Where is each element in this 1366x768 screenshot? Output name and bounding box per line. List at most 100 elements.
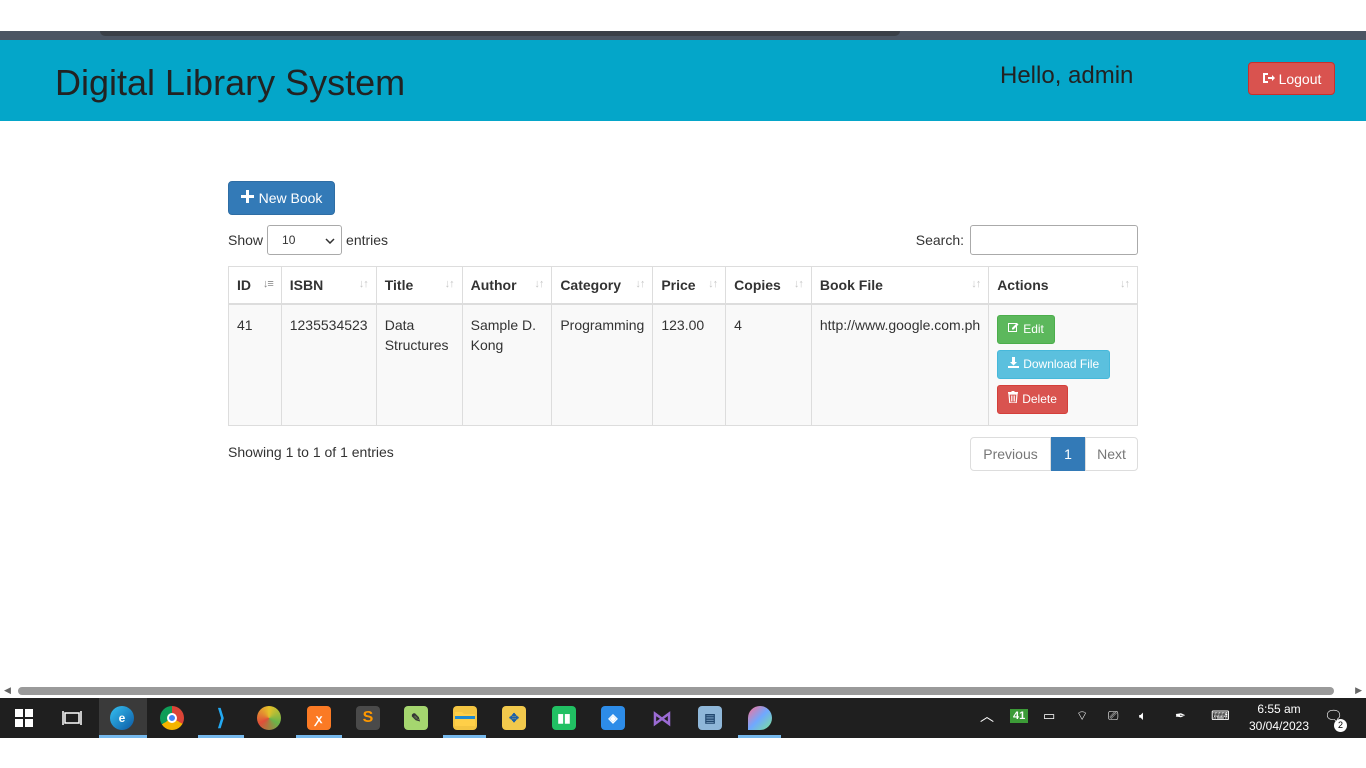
column-header-book-file[interactable]: Book File ↓↑ <box>810 266 990 305</box>
chevron-down-icon <box>325 233 335 247</box>
cell-author: Sample D. Kong <box>461 303 553 426</box>
meet-now-icon[interactable]: ⎚ <box>1108 708 1118 724</box>
download-icon <box>1008 354 1020 374</box>
sort-icon: ↓↑ <box>444 278 455 290</box>
new-book-label: New Book <box>258 190 323 206</box>
keyboard-icon[interactable]: ⌨︎ <box>1211 708 1230 724</box>
scroll-right-icon[interactable]: ▶ <box>1355 685 1362 696</box>
pagination-page[interactable]: 1 <box>1051 437 1085 471</box>
user-greeting: Hello, admin <box>1000 62 1134 89</box>
pagination-next[interactable]: Next <box>1085 437 1138 471</box>
edit-button[interactable]: Edit <box>997 314 1055 344</box>
notepad-plus-icon[interactable]: ✎ <box>404 706 428 730</box>
xampp-icon[interactable]: ꭗ <box>307 706 331 730</box>
cell-id: 41 <box>228 303 282 426</box>
brand-title[interactable]: Digital Library System <box>55 62 405 104</box>
books-table: ID ↓≡ ISBN ↓↑ Title ↓↑ Author ↓↑ Category ↓↑ … <box>228 266 1138 426</box>
pagination-previous[interactable]: Previous <box>970 437 1051 471</box>
browser-toolbar-strip <box>0 31 1366 40</box>
page-length-value: 10 <box>282 233 296 247</box>
column-header-title[interactable]: Title ↓↑ <box>375 266 463 305</box>
clock-date: 30/04/2023 <box>1248 719 1310 733</box>
address-bar-edge <box>100 31 900 36</box>
trash-icon <box>1008 389 1019 409</box>
cell-price: 123.00 <box>652 303 727 426</box>
column-header-label: Title <box>384 276 414 293</box>
search-input[interactable] <box>970 225 1138 255</box>
edit-label: Edit <box>1023 322 1044 336</box>
cell-title: Data Structures <box>375 303 463 426</box>
column-header-id[interactable]: ID ↓≡ <box>228 266 282 305</box>
clock-time: 6:55 am <box>1257 702 1301 716</box>
delete-label: Delete <box>1022 392 1057 406</box>
logout-button[interactable]: Logout <box>1248 62 1335 95</box>
chevron-up-icon[interactable]: ︿ <box>980 706 994 726</box>
column-header-author[interactable]: Author ↓↑ <box>461 266 553 305</box>
sort-icon: ↓↑ <box>708 278 718 290</box>
logout-label: Logout <box>1278 70 1322 87</box>
below-taskbar-area <box>0 738 1366 768</box>
column-header-isbn[interactable]: ISBN ↓↑ <box>280 266 377 305</box>
page-length-control: Show 10 entries <box>228 225 388 255</box>
table-header-row: ID ↓≡ ISBN ↓↑ Title ↓↑ Author ↓↑ Category ↓↑ … <box>228 266 1138 305</box>
notification-count: 2 <box>1334 719 1347 732</box>
cell-copies: 4 <box>725 303 812 426</box>
clock[interactable]: 6:55 am 30/04/2023 <box>1244 701 1314 735</box>
entries-label: entries <box>346 232 389 248</box>
new-book-button[interactable]: New Book <box>228 181 335 215</box>
edit-icon <box>1008 319 1019 339</box>
column-header-actions[interactable]: Actions ↓↑ <box>988 266 1138 305</box>
horizontal-scrollbar[interactable]: ◀ ▶ <box>0 684 1366 698</box>
page-length-select[interactable]: 10 <box>267 225 343 255</box>
logout-icon <box>1262 71 1275 87</box>
windows-start-icon[interactable] <box>12 706 36 730</box>
volume-icon[interactable]: 🔈︎ <box>1139 708 1147 724</box>
taskbar: e ⟩ ꭗ S ✎ ✥ ▮▮ ◈ ⋈ ▤ ︿ 41 ▭ ⌔ ⎚ 🔈︎ ✒︎ ⌨︎… <box>0 698 1366 738</box>
app-notepad-icon[interactable]: ▤ <box>698 706 722 730</box>
download-file-button[interactable]: Download File <box>997 349 1111 379</box>
column-header-label: Book File <box>819 276 883 293</box>
row-actions: Edit Download File Delete <box>997 314 1129 414</box>
column-header-label: ISBN <box>289 276 324 293</box>
sort-icon: ↓↑ <box>358 278 369 290</box>
table-row: 41 1235534523 Data Structures Sample D. … <box>228 303 1138 426</box>
app-paint-icon[interactable]: ✥ <box>502 706 526 730</box>
file-explorer-icon[interactable] <box>453 706 477 730</box>
edge-icon[interactable]: e <box>110 706 134 730</box>
sublime-text-icon[interactable]: S <box>356 706 380 730</box>
column-header-label: Actions <box>997 276 1049 293</box>
search-label: Search: <box>915 232 964 248</box>
scrollbar-thumb[interactable] <box>18 687 1334 695</box>
pagination: Previous 1 Next <box>970 437 1138 471</box>
pen-icon[interactable]: ✒︎ <box>1175 708 1186 724</box>
sort-icon: ↓↑ <box>534 278 544 290</box>
plus-icon <box>240 190 254 206</box>
sort-asc-icon: ↓≡ <box>262 278 274 290</box>
column-header-category[interactable]: Category ↓↑ <box>551 266 654 305</box>
vscode-icon[interactable]: ⟩ <box>209 705 233 730</box>
wifi-icon[interactable]: ⌔ <box>1076 708 1088 724</box>
cell-isbn: 1235534523 <box>280 303 377 426</box>
browser-top-area <box>0 0 1366 40</box>
app-maps-icon[interactable] <box>748 706 772 730</box>
show-label: Show <box>228 232 264 248</box>
visual-studio-icon[interactable]: ⋈ <box>650 706 674 730</box>
battery-icon[interactable]: ▭ <box>1043 708 1055 724</box>
app-blue-cube-icon[interactable]: ◈ <box>601 706 625 730</box>
sort-icon: ↓↑ <box>1120 278 1130 290</box>
column-header-copies[interactable]: Copies ↓↑ <box>725 266 812 305</box>
column-header-label: ID <box>237 276 251 293</box>
scroll-left-icon[interactable]: ◀ <box>4 685 11 696</box>
table-info: Showing 1 to 1 of 1 entries <box>228 444 394 460</box>
tray-badge[interactable]: 41 <box>1010 709 1029 723</box>
app-green-square-icon[interactable]: ▮▮ <box>552 706 576 730</box>
task-view-icon[interactable] <box>60 706 84 730</box>
column-header-price[interactable]: Price ↓↑ <box>652 266 727 305</box>
chrome-icon[interactable] <box>160 706 184 730</box>
navbar: Digital Library System Hello, admin Logo… <box>0 40 1366 121</box>
sort-icon: ↓↑ <box>971 278 981 290</box>
app-green-swirl-icon[interactable] <box>257 706 281 730</box>
cell-book-file: http://www.google.com.ph <box>810 303 990 426</box>
cell-category: Programming <box>551 303 654 426</box>
delete-button[interactable]: Delete <box>997 384 1068 414</box>
